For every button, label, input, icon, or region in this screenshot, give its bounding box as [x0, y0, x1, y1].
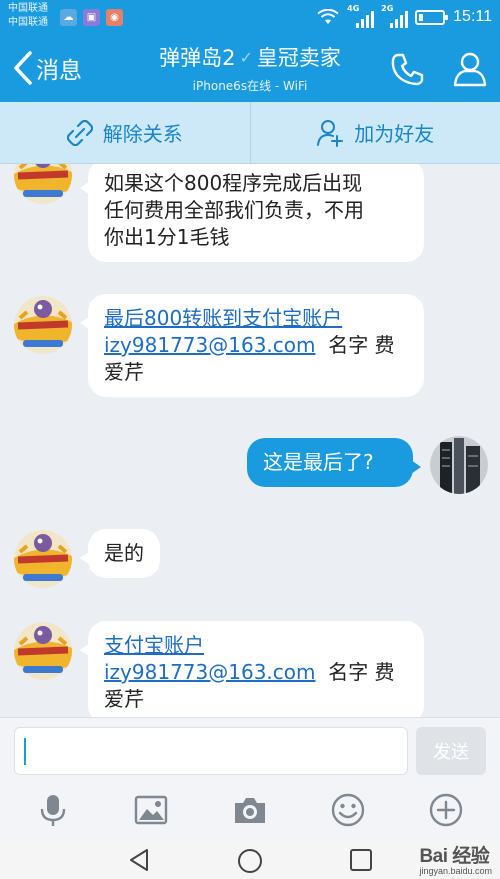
camera-icon[interactable] [232, 792, 268, 828]
status-bar: 中国联通 中国联通 ☁ ▣ ◉ 4G 2G 15:11 [0, 0, 500, 36]
emoji-icon[interactable] [330, 792, 366, 828]
carrier-1: 中国联通 [8, 3, 48, 14]
contact-avatar[interactable] [14, 622, 72, 680]
incoming-message[interactable]: 如果这个800程序完成后出现 任何费用全部我们负责，不用 你出1分1毛钱 [80, 164, 424, 262]
app-notification-icon: ◉ [106, 9, 123, 26]
recents-square-icon[interactable] [349, 848, 373, 872]
profile-icon[interactable] [451, 50, 489, 88]
text-cursor [24, 738, 26, 765]
watermark-main: Bai 经验 [419, 846, 490, 867]
message-link[interactable]: 最后800转账到支付宝账户 [104, 306, 342, 330]
back-triangle-icon[interactable] [128, 848, 150, 872]
online-status: iPhone6s在线 - WiFi [192, 79, 308, 93]
my-avatar[interactable] [430, 436, 488, 494]
verified-icon: ✓ [239, 47, 253, 67]
message-line: 你出1分1毛钱 [104, 225, 230, 249]
message-link[interactable]: 支付宝账户 [104, 633, 204, 657]
clock: 15:11 [453, 8, 492, 25]
chevron-left-icon [14, 51, 32, 85]
baidu-jingyan-watermark: Bai 经验 jingyan.baidu.com [419, 841, 492, 876]
contact-avatar[interactable] [14, 296, 72, 354]
message-line: 爱芹 [104, 360, 144, 384]
message-line: 任何费用全部我们负责，不用 [104, 198, 364, 222]
add-user-icon [317, 119, 344, 147]
message-composer: 发送 [0, 717, 500, 782]
plus-icon[interactable] [428, 792, 464, 828]
back-button[interactable]: 消息 [12, 50, 82, 86]
image-icon[interactable] [133, 792, 169, 828]
microphone-icon[interactable] [35, 792, 71, 828]
watermark-sub: jingyan.baidu.com [419, 866, 492, 876]
message-text: 名字 费 [315, 333, 395, 357]
notification-icons: ☁ ▣ ◉ [60, 9, 123, 26]
composer-toolbar [0, 782, 500, 838]
back-label: 消息 [36, 58, 82, 84]
cartoon-avatar-image [14, 164, 72, 204]
relationship-action-bar: 解除关系 加为好友 [0, 102, 500, 164]
status-right: 4G 2G 15:11 [317, 4, 492, 28]
message-line: 爱芹 [104, 687, 144, 711]
wifi-icon [317, 9, 339, 24]
unlink-label: 解除关系 [102, 122, 183, 146]
message-input[interactable] [14, 727, 408, 775]
cartoon-avatar-image [14, 296, 72, 354]
chat-header: 消息 弹弹岛2 ✓ 皇冠卖家 iPhone6s在线 - WiFi [0, 36, 500, 102]
incoming-message[interactable]: 支付宝账户 izy981773@163.com 名字 费 爱芹 [80, 621, 424, 717]
contact-name: 弹弹岛2 [159, 46, 236, 70]
message-line: 如果这个800程序完成后出现 [104, 171, 363, 195]
carrier-list: 中国联通 中国联通 [8, 2, 48, 30]
cloud-notification-icon: ☁ [60, 9, 77, 26]
cartoon-avatar-image [14, 530, 72, 588]
contact-title: 皇冠卖家 [256, 46, 341, 70]
email-link[interactable]: izy981773@163.com [104, 333, 315, 357]
chat-title[interactable]: 弹弹岛2 ✓ 皇冠卖家 iPhone6s在线 - WiFi [130, 42, 370, 94]
chat-message-list[interactable]: 如果这个800程序完成后出现 任何费用全部我们负责，不用 你出1分1毛钱 最后8… [0, 164, 500, 717]
home-circle-icon[interactable] [237, 848, 263, 874]
android-nav-bar: Bai 经验 jingyan.baidu.com [0, 838, 500, 879]
contact-avatar[interactable] [14, 164, 72, 204]
phone-icon[interactable] [388, 50, 426, 88]
battery-icon [415, 9, 449, 25]
city-avatar-image [430, 436, 488, 494]
link-break-icon [66, 119, 93, 146]
message-text: 是的 [104, 541, 144, 565]
incoming-message[interactable]: 最后800转账到支付宝账户 izy981773@163.com 名字 费 爱芹 [80, 294, 424, 397]
add-friend-button[interactable]: 加为好友 [251, 102, 500, 163]
incoming-message[interactable]: 是的 [80, 529, 160, 578]
message-text: 这是最后了? [263, 450, 374, 474]
email-link[interactable]: izy981773@163.com [104, 660, 315, 684]
signal-2g-icon: 2G [381, 4, 409, 28]
signal-4g-icon: 4G [347, 4, 375, 28]
battery-level [419, 13, 424, 21]
gallery-notification-icon: ▣ [83, 9, 100, 26]
send-button[interactable]: 发送 [416, 727, 486, 775]
message-text: 名字 费 [315, 660, 395, 684]
carrier-2: 中国联通 [8, 17, 48, 28]
add-friend-label: 加为好友 [354, 122, 435, 146]
outgoing-message[interactable]: 这是最后了? [247, 438, 421, 487]
unlink-button[interactable]: 解除关系 [0, 102, 250, 163]
contact-avatar[interactable] [14, 530, 72, 588]
cartoon-avatar-image [14, 622, 72, 680]
